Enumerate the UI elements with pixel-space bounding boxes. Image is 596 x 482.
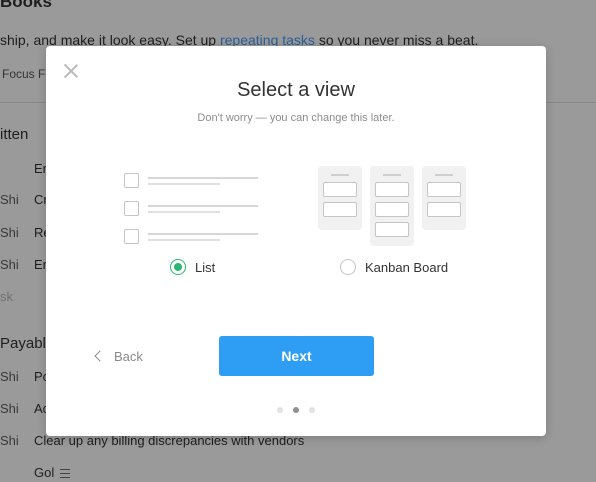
- list-radio[interactable]: [170, 259, 186, 275]
- task-row[interactable]: Shi Po: [0, 369, 50, 384]
- page-dot: [309, 407, 315, 413]
- kanban-view-illustration[interactable]: [318, 166, 470, 248]
- select-view-modal: Select a view Don't worry — you can chan…: [46, 46, 546, 436]
- back-button[interactable]: Back: [94, 349, 143, 364]
- pagination-dots: [46, 400, 546, 418]
- task-row[interactable]: Er: [0, 161, 47, 176]
- list-view-illustration[interactable]: [124, 171, 264, 251]
- chevron-left-icon: [94, 350, 106, 362]
- modal-subtitle: Don't worry — you can change this later.: [197, 112, 395, 124]
- modal-title: Select a view: [237, 79, 355, 101]
- section-header-written: itten: [0, 126, 29, 143]
- close-icon[interactable]: [64, 64, 78, 78]
- task-row[interactable]: Gol: [0, 465, 71, 480]
- task-row[interactable]: Shi Re: [0, 225, 51, 240]
- task-row[interactable]: Shi Ac: [0, 401, 49, 416]
- kanban-radio[interactable]: [340, 259, 356, 275]
- task-row[interactable]: Shi Cr: [0, 192, 48, 207]
- add-task-placeholder[interactable]: sk: [0, 289, 13, 304]
- kanban-option-label: Kanban Board: [365, 260, 449, 275]
- list-icon: [60, 469, 71, 479]
- list-option-label: List: [195, 260, 216, 275]
- page-dot-active: [293, 407, 299, 413]
- view-tabs[interactable]: Focus F: [2, 67, 45, 81]
- next-button[interactable]: Next: [219, 336, 374, 376]
- task-row[interactable]: Shi Er: [0, 257, 47, 272]
- project-title: Books: [0, 0, 52, 11]
- page-dot: [277, 407, 283, 413]
